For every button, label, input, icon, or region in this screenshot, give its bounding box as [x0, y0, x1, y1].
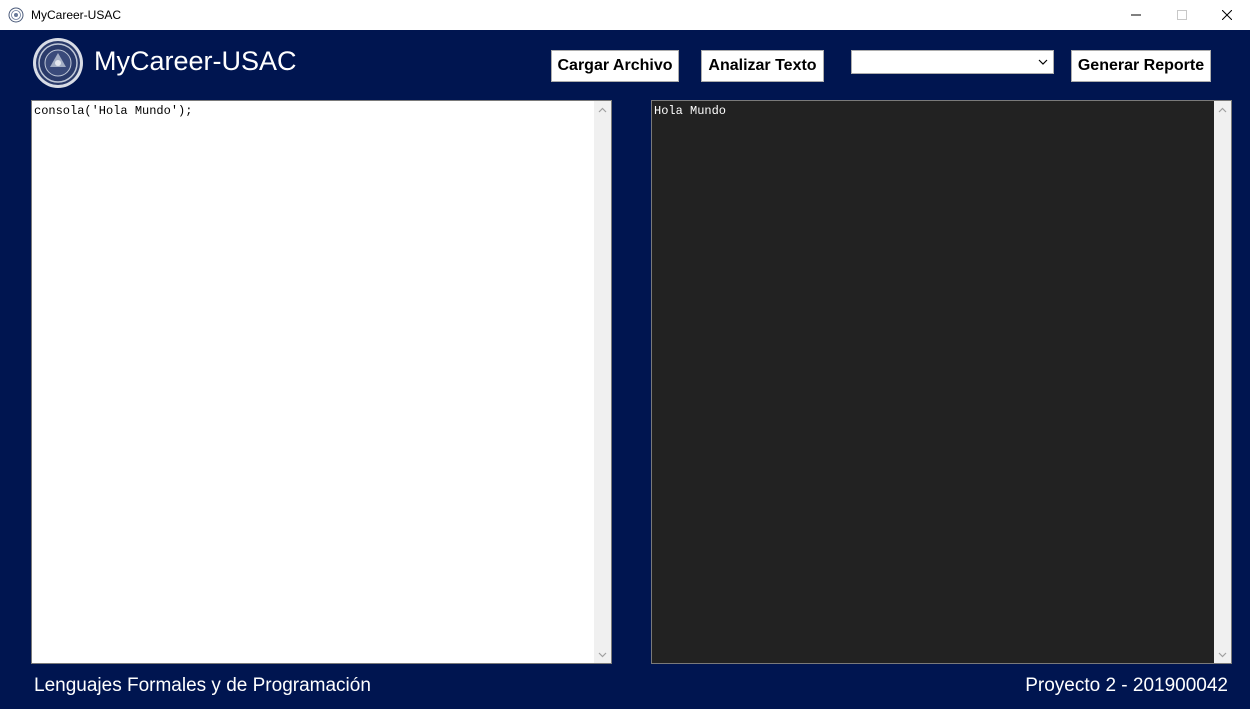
report-select[interactable] [851, 50, 1054, 74]
course-label: Lenguajes Formales y de Programación [34, 675, 371, 696]
maximize-button[interactable] [1159, 0, 1205, 30]
window-title: MyCareer-USAC [31, 8, 122, 22]
maximize-icon [1177, 10, 1187, 20]
main-window: MyCareer-USAC Cargar Archivo Analizar Te… [0, 30, 1250, 709]
scroll-down-button[interactable] [1214, 646, 1231, 663]
close-icon [1222, 10, 1232, 20]
chevron-down-icon [598, 652, 607, 657]
chevron-up-icon [598, 107, 607, 112]
minimize-icon [1131, 14, 1141, 16]
close-button[interactable] [1204, 0, 1250, 30]
editor-scrollbar[interactable] [594, 101, 611, 663]
university-seal-icon [33, 38, 83, 88]
analyze-text-button[interactable]: Analizar Texto [701, 50, 824, 82]
chevron-down-icon [1038, 59, 1048, 65]
scroll-down-button[interactable] [594, 646, 611, 663]
app-icon [8, 7, 24, 23]
generate-report-button[interactable]: Generar Reporte [1071, 50, 1211, 82]
window-titlebar: MyCareer-USAC [0, 0, 1250, 30]
console-text: Hola Mundo [654, 104, 727, 118]
console-scrollbar[interactable] [1214, 101, 1231, 663]
scroll-up-button[interactable] [594, 101, 611, 118]
editor-text: consola('Hola Mundo'); [34, 104, 193, 118]
scroll-up-button[interactable] [1214, 101, 1231, 118]
console-output[interactable]: Hola Mundo [651, 100, 1232, 664]
chevron-up-icon [1218, 107, 1227, 112]
app-title: MyCareer-USAC [94, 46, 297, 76]
project-label: Proyecto 2 - 201900042 [1025, 675, 1228, 696]
chevron-down-icon [1218, 652, 1227, 657]
code-editor-input[interactable]: consola('Hola Mundo'); [31, 100, 612, 664]
load-file-button[interactable]: Cargar Archivo [551, 50, 679, 82]
minimize-button[interactable] [1113, 0, 1159, 30]
